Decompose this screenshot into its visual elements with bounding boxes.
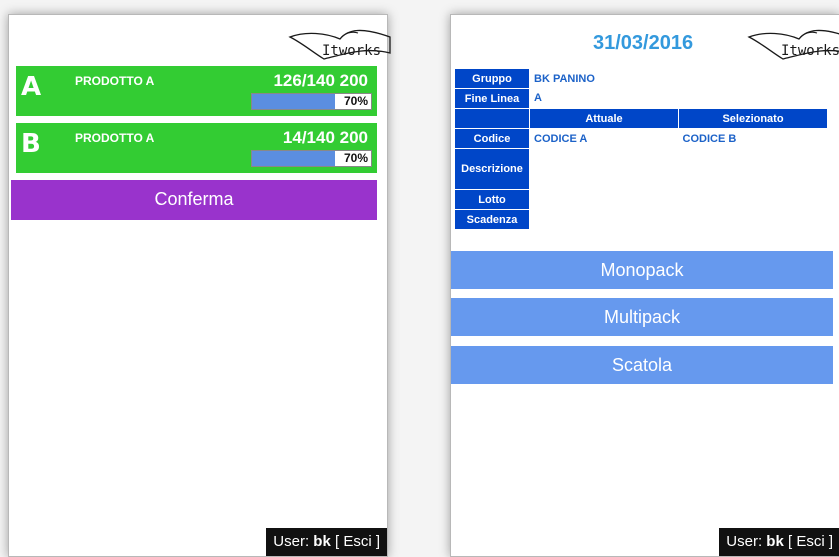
logout-link[interactable]: [ Esci ] [788,533,833,550]
codice-label: Codice [454,128,530,149]
product-letter: B [21,129,41,159]
table-row: Lotto [454,189,828,210]
lotto-label: Lotto [454,189,530,210]
empty-header-cell [454,108,530,129]
scatola-button[interactable]: Scatola [451,346,833,384]
product-count: 126/140 200 [273,71,368,90]
descrizione-attuale [530,149,679,190]
multipack-button[interactable]: Multipack [451,298,833,336]
logo-text: Itworks [322,43,382,59]
progress-bar: 70% [251,93,372,110]
user-bar: User: bk [ Esci ] [266,528,387,556]
progress-label: 70% [343,151,368,165]
product-letter: A [21,72,42,102]
user-prefix: User: [726,533,763,550]
itworks-logo: Itworks [745,23,839,67]
user-prefix: User: [273,533,310,550]
table-row: Scadenza [454,209,828,230]
user-bar: User: bk [ Esci ] [719,528,839,556]
lotto-attuale [530,190,679,210]
product-name: PRODOTTO A [75,74,155,88]
scadenza-label: Scadenza [454,209,530,230]
product-card-b[interactable]: B PRODOTTO A 14/140 200 70% [16,123,377,173]
product-count: 14/140 200 [282,128,368,147]
gruppo-value: BK PANINO [534,72,595,85]
logo-text: Itworks [781,43,839,59]
col-attuale: Attuale [529,108,679,129]
table-row: Codice CODICE A CODICE B [454,128,828,149]
fine-linea-value: A [534,92,542,105]
progress-fill [252,94,336,109]
table-header-row: Attuale Selezionato [454,108,828,129]
user-name: bk [766,533,784,550]
itworks-logo: Itworks [286,23,394,67]
progress-label: 70% [343,94,368,108]
logout-link[interactable]: [ Esci ] [335,533,380,550]
monopack-button[interactable]: Monopack [451,251,833,289]
scadenza-attuale [530,210,679,230]
right-screen: 31/03/2016 Itworks Gruppo BK PANINO Fine… [450,14,839,557]
codice-selezionato: CODICE B [682,132,737,145]
confirm-button[interactable]: Conferma [11,180,377,220]
lotto-selezionato [679,190,828,210]
progress-fill [252,151,336,166]
fine-linea-label: Fine Linea [454,88,530,109]
col-selezionato: Selezionato [678,108,828,129]
product-name: PRODOTTO A [75,131,155,145]
table-row: Descrizione [454,148,828,190]
date-title: 31/03/2016 [593,32,694,54]
descrizione-label: Descrizione [454,148,530,190]
product-card-a[interactable]: A PRODOTTO A 126/140 200 70% [16,66,377,116]
product-info-table: Gruppo BK PANINO Fine Linea A Attuale Se… [454,68,828,230]
descrizione-selezionato [679,149,828,190]
left-screen: Itworks A PRODOTTO A 126/140 200 70% B P… [8,14,391,557]
user-name: bk [313,533,331,550]
codice-attuale: CODICE A [534,132,588,145]
scadenza-selezionato [679,210,828,230]
progress-bar: 70% [251,150,372,167]
table-row: Fine Linea A [454,88,828,109]
gruppo-label: Gruppo [454,68,530,89]
table-row: Gruppo BK PANINO [454,68,828,89]
